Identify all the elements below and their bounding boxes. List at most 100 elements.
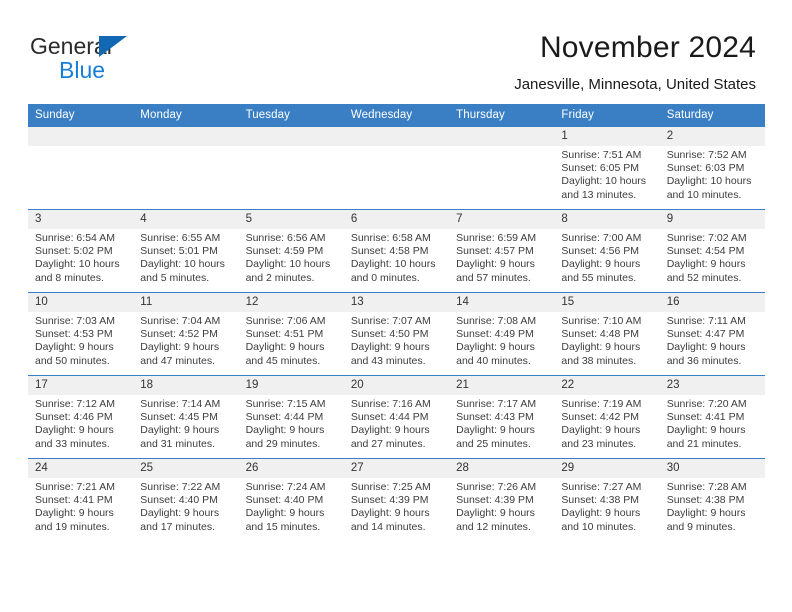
sunset-text: Sunset: 5:01 PM xyxy=(140,245,218,258)
day-details: Sunrise: 7:21 AM Sunset: 4:41 PM Daylight:… xyxy=(28,478,133,534)
day-details: Sunrise: 7:06 AM Sunset: 4:51 PM Daylight:… xyxy=(239,312,344,368)
sunrise-text: Sunrise: 7:22 AM xyxy=(140,481,221,493)
day-number xyxy=(343,127,450,146)
day-details: Sunrise: 7:17 AM Sunset: 4:43 PM Daylight:… xyxy=(449,395,554,451)
day-details: Sunrise: 6:59 AM Sunset: 4:57 PM Daylight:… xyxy=(449,229,554,285)
sunrise-text: Sunrise: 7:08 AM xyxy=(456,315,537,327)
day-number: 26 xyxy=(238,459,344,478)
day-number: 7 xyxy=(449,210,555,229)
day-number: 30 xyxy=(659,459,765,478)
day-number xyxy=(28,127,134,146)
sunset-text: Sunset: 4:49 PM xyxy=(456,328,534,341)
day-details: Sunrise: 7:27 AM Sunset: 4:38 PM Daylight:… xyxy=(554,478,659,534)
sunset-text: Sunset: 4:41 PM xyxy=(35,494,113,507)
daylight-text: Daylight: 9 hours and 50 minutes. xyxy=(35,341,114,367)
calendar-week-row: 24 Sunrise: 7:21 AM Sunset: 4:41 PM Dayligh… xyxy=(28,458,765,541)
day-details: Sunrise: 6:58 AM Sunset: 4:58 PM Daylight:… xyxy=(344,229,449,285)
sunset-text: Sunset: 6:03 PM xyxy=(666,162,745,175)
calendar-day-cell-empty[interactable] xyxy=(133,126,239,210)
day-details: Sunrise: 7:15 AM Sunset: 4:44 PM Daylight:… xyxy=(239,395,344,451)
calendar-day-cell[interactable]: 7 Sunrise: 6:59 AM Sunset: 4:57 PM Daylight… xyxy=(449,209,555,293)
calendar-day-cell[interactable]: 1 Sunrise: 7:51 AM Sunset: 6:05 PM Daylight… xyxy=(554,126,660,210)
day-number: 10 xyxy=(28,293,134,312)
calendar-day-cell[interactable]: 14 Sunrise: 7:08 AM Sunset: 4:49 PM Dayligh… xyxy=(449,292,555,376)
calendar-page: General Blue November 2024 Janesville, M… xyxy=(0,0,792,612)
calendar-day-cell[interactable]: 18 Sunrise: 7:14 AM Sunset: 4:45 PM Dayligh… xyxy=(133,375,239,459)
location-subtitle: Janesville, Minnesota, United States xyxy=(514,76,756,93)
daylight-text: Daylight: 10 hours and 0 minutes. xyxy=(350,258,436,284)
general-blue-logo[interactable]: General Blue xyxy=(30,33,210,83)
calendar-day-cell[interactable]: 22 Sunrise: 7:19 AM Sunset: 4:42 PM Dayligh… xyxy=(554,375,660,459)
calendar-day-cell[interactable]: 15 Sunrise: 7:10 AM Sunset: 4:48 PM Dayligh… xyxy=(554,292,660,376)
calendar-day-cell[interactable]: 12 Sunrise: 7:06 AM Sunset: 4:51 PM Dayligh… xyxy=(238,292,344,376)
sunset-text: Sunset: 4:56 PM xyxy=(561,245,640,258)
calendar-day-cell[interactable]: 3 Sunrise: 6:54 AM Sunset: 5:02 PM Daylight… xyxy=(28,209,134,293)
calendar-day-cell[interactable]: 25 Sunrise: 7:22 AM Sunset: 4:40 PM Dayligh… xyxy=(133,458,239,541)
day-details: Sunrise: 7:51 AM Sunset: 6:05 PM Daylight:… xyxy=(554,146,659,202)
calendar-day-cell[interactable]: 19 Sunrise: 7:15 AM Sunset: 4:44 PM Dayligh… xyxy=(238,375,344,459)
calendar-day-cell[interactable]: 6 Sunrise: 6:58 AM Sunset: 4:58 PM Daylight… xyxy=(343,209,450,293)
day-details: Sunrise: 7:24 AM Sunset: 4:40 PM Daylight:… xyxy=(239,478,344,534)
daylight-text: Daylight: 10 hours and 8 minutes. xyxy=(35,258,120,284)
calendar-day-cell[interactable]: 23 Sunrise: 7:20 AM Sunset: 4:41 PM Dayligh… xyxy=(659,375,765,459)
calendar-week-row: 17 Sunrise: 7:12 AM Sunset: 4:46 PM Dayligh… xyxy=(28,375,765,459)
calendar-day-cell[interactable]: 24 Sunrise: 7:21 AM Sunset: 4:41 PM Dayligh… xyxy=(28,458,134,541)
calendar-day-cell[interactable]: 27 Sunrise: 7:25 AM Sunset: 4:39 PM Dayligh… xyxy=(343,458,450,541)
day-details: Sunrise: 7:02 AM Sunset: 4:54 PM Daylight:… xyxy=(660,229,765,285)
day-number: 9 xyxy=(659,210,765,229)
day-details: Sunrise: 7:00 AM Sunset: 4:56 PM Daylight:… xyxy=(554,229,659,285)
sunset-text: Sunset: 5:02 PM xyxy=(35,245,113,258)
weekday-header-sunday: Sunday xyxy=(28,104,134,127)
daylight-text: Daylight: 9 hours and 23 minutes. xyxy=(561,424,641,450)
sunrise-text: Sunrise: 7:03 AM xyxy=(35,315,115,327)
sunrise-text: Sunrise: 7:28 AM xyxy=(666,481,747,493)
daylight-text: Daylight: 9 hours and 9 minutes. xyxy=(666,507,746,533)
sunset-text: Sunset: 4:53 PM xyxy=(35,328,113,341)
day-number xyxy=(133,127,239,146)
calendar-day-cell[interactable]: 10 Sunrise: 7:03 AM Sunset: 4:53 PM Dayligh… xyxy=(28,292,134,376)
calendar-day-cell[interactable]: 17 Sunrise: 7:12 AM Sunset: 4:46 PM Dayligh… xyxy=(28,375,134,459)
day-number: 18 xyxy=(133,376,239,395)
sunrise-text: Sunrise: 7:17 AM xyxy=(456,398,537,410)
sunrise-text: Sunrise: 7:12 AM xyxy=(35,398,115,410)
sunrise-text: Sunrise: 7:11 AM xyxy=(666,315,746,327)
daylight-text: Daylight: 9 hours and 47 minutes. xyxy=(140,341,220,367)
sunrise-text: Sunrise: 7:07 AM xyxy=(350,315,431,327)
calendar-day-cell[interactable]: 28 Sunrise: 7:26 AM Sunset: 4:39 PM Dayligh… xyxy=(449,458,555,541)
calendar-day-cell[interactable]: 20 Sunrise: 7:16 AM Sunset: 4:44 PM Dayligh… xyxy=(343,375,450,459)
sunrise-text: Sunrise: 6:59 AM xyxy=(456,232,537,244)
day-number: 24 xyxy=(28,459,134,478)
sunrise-text: Sunrise: 7:14 AM xyxy=(140,398,221,410)
day-number: 13 xyxy=(343,293,450,312)
calendar-day-cell[interactable]: 26 Sunrise: 7:24 AM Sunset: 4:40 PM Dayligh… xyxy=(238,458,344,541)
calendar-day-cell[interactable]: 29 Sunrise: 7:27 AM Sunset: 4:38 PM Dayligh… xyxy=(554,458,660,541)
sunset-text: Sunset: 4:48 PM xyxy=(561,328,640,341)
daylight-text: Daylight: 9 hours and 29 minutes. xyxy=(245,424,325,450)
daylight-text: Daylight: 9 hours and 12 minutes. xyxy=(456,507,535,533)
sunrise-text: Sunrise: 6:55 AM xyxy=(140,232,221,244)
calendar-day-cell[interactable]: 8 Sunrise: 7:00 AM Sunset: 4:56 PM Daylight… xyxy=(554,209,660,293)
day-number: 5 xyxy=(238,210,344,229)
calendar-day-cell-empty[interactable] xyxy=(449,126,555,210)
calendar-day-cell-empty[interactable] xyxy=(238,126,344,210)
sunset-text: Sunset: 4:39 PM xyxy=(456,494,534,507)
weekday-header-friday: Friday xyxy=(554,104,660,127)
calendar-day-cell[interactable]: 16 Sunrise: 7:11 AM Sunset: 4:47 PM Dayligh… xyxy=(659,292,765,376)
sunset-text: Sunset: 4:38 PM xyxy=(561,494,640,507)
calendar-day-cell[interactable]: 30 Sunrise: 7:28 AM Sunset: 4:38 PM Dayligh… xyxy=(659,458,765,541)
calendar-day-cell[interactable]: 5 Sunrise: 6:56 AM Sunset: 4:59 PM Daylight… xyxy=(238,209,344,293)
calendar-day-cell[interactable]: 2 Sunrise: 7:52 AM Sunset: 6:03 PM Daylight… xyxy=(659,126,765,210)
calendar-day-cell[interactable]: 9 Sunrise: 7:02 AM Sunset: 4:54 PM Daylight… xyxy=(659,209,765,293)
calendar-day-cell[interactable]: 11 Sunrise: 7:04 AM Sunset: 4:52 PM Dayligh… xyxy=(133,292,239,376)
daylight-text: Daylight: 9 hours and 17 minutes. xyxy=(140,507,220,533)
sunrise-text: Sunrise: 7:10 AM xyxy=(561,315,642,327)
calendar-day-cell[interactable]: 4 Sunrise: 6:55 AM Sunset: 5:01 PM Daylight… xyxy=(133,209,239,293)
calendar-day-cell-empty[interactable] xyxy=(28,126,134,210)
sunset-text: Sunset: 4:45 PM xyxy=(140,411,218,424)
calendar-day-cell[interactable]: 21 Sunrise: 7:17 AM Sunset: 4:43 PM Dayligh… xyxy=(449,375,555,459)
calendar-day-cell-empty[interactable] xyxy=(343,126,450,210)
sunrise-text: Sunrise: 7:21 AM xyxy=(35,481,115,493)
sunset-text: Sunset: 4:47 PM xyxy=(666,328,745,341)
calendar-day-cell[interactable]: 13 Sunrise: 7:07 AM Sunset: 4:50 PM Dayligh… xyxy=(343,292,450,376)
logo-triangle-icon xyxy=(99,36,127,57)
